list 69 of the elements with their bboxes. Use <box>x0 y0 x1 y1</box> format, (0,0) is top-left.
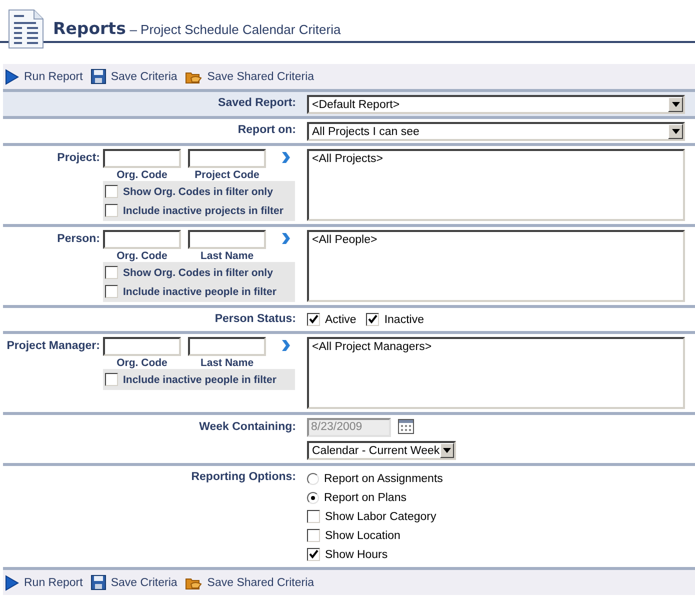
checkbox-label: Include inactive people in filter <box>123 286 276 298</box>
checkbox[interactable] <box>366 313 380 326</box>
dropdown[interactable]: All Projects I can see <box>307 122 685 141</box>
list-box[interactable]: <All Project Managers> <box>307 337 685 409</box>
folder-hand-icon <box>185 70 202 84</box>
field-label: Report on: <box>236 123 297 136</box>
field-caption: Project Code <box>194 168 260 182</box>
checkbox[interactable] <box>307 529 320 542</box>
checkbox[interactable] <box>105 373 118 386</box>
field-caption: Last Name <box>199 356 255 370</box>
text-field[interactable] <box>188 337 266 356</box>
field-label: Week Containing: <box>198 420 297 433</box>
field-caption: Org. Code <box>116 168 168 182</box>
text-field[interactable] <box>188 149 266 168</box>
chevron-icon[interactable] <box>281 340 290 350</box>
run-report-link[interactable]: Run Report <box>5 68 83 84</box>
field-caption: Last Name <box>199 249 255 263</box>
calendar-icon[interactable] <box>398 418 414 434</box>
save-shared-criteria-link[interactable]: Save Shared Criteria <box>185 70 314 84</box>
checkbox-label: Show Org. Codes in filter only <box>123 186 273 198</box>
radio-label: Report on Assignments <box>324 472 443 484</box>
chevron-icon[interactable] <box>281 152 290 162</box>
field-label: Person: <box>56 232 101 245</box>
caret-icon[interactable] <box>672 129 680 134</box>
radio-button[interactable] <box>307 472 319 484</box>
checkbox[interactable] <box>307 510 320 523</box>
save-criteria-link[interactable]: Save Criteria <box>90 575 178 590</box>
radio-label: Report on Plans <box>324 492 406 504</box>
field-caption: Org. Code <box>116 249 168 263</box>
checkbox-label: Include inactive projects in filter <box>123 204 284 216</box>
checkbox-label: Include inactive people in filter <box>123 374 276 386</box>
field-label: Project: <box>56 151 101 164</box>
save-shared-criteria-link[interactable]: Save Shared Criteria <box>185 576 314 590</box>
checkbox-label: Show Org. Codes in filter only <box>123 266 273 278</box>
run-report-link[interactable]: Run Report <box>5 574 83 590</box>
list-box[interactable]: <All People> <box>307 230 685 302</box>
text-field[interactable] <box>188 230 266 249</box>
text-field[interactable] <box>103 337 181 356</box>
field-label: Saved Report: <box>217 96 297 109</box>
checkbox[interactable] <box>105 204 118 217</box>
checkbox[interactable] <box>307 313 320 326</box>
page-subtitle: – Project Schedule Calendar Criteria <box>130 22 341 37</box>
checkbox-label: Active <box>325 314 356 326</box>
field-label: Project Manager: <box>6 339 101 352</box>
dropdown[interactable]: <Default Report> <box>307 95 685 114</box>
checkbox-label: Show Hours <box>325 548 388 560</box>
text-field[interactable] <box>103 230 181 249</box>
field-caption: Org. Code <box>116 356 168 370</box>
checkbox[interactable] <box>307 548 320 561</box>
list-box[interactable]: <All Projects> <box>307 149 685 221</box>
chevron-icon[interactable] <box>281 232 290 244</box>
caret-icon[interactable] <box>442 448 451 453</box>
radio-button[interactable] <box>307 492 319 504</box>
checkbox[interactable] <box>105 285 118 298</box>
caret-icon[interactable] <box>672 102 680 107</box>
field-label: Person Status: <box>214 312 297 325</box>
checkbox[interactable] <box>105 185 118 198</box>
checkbox[interactable] <box>105 266 118 279</box>
save-criteria-link[interactable]: Save Criteria <box>90 69 178 84</box>
checkbox-label: Inactive <box>384 314 424 326</box>
text-field[interactable] <box>103 149 181 168</box>
checkbox-label: Show Location <box>325 530 400 542</box>
report-document-icon <box>8 9 44 49</box>
play-icon <box>5 68 19 84</box>
play-icon <box>5 574 19 590</box>
folder-hand-icon <box>185 576 202 590</box>
checkbox-label: Show Labor Category <box>325 510 436 522</box>
page-title: Reports <box>53 19 126 38</box>
field-label: Reporting Options: <box>190 470 297 483</box>
